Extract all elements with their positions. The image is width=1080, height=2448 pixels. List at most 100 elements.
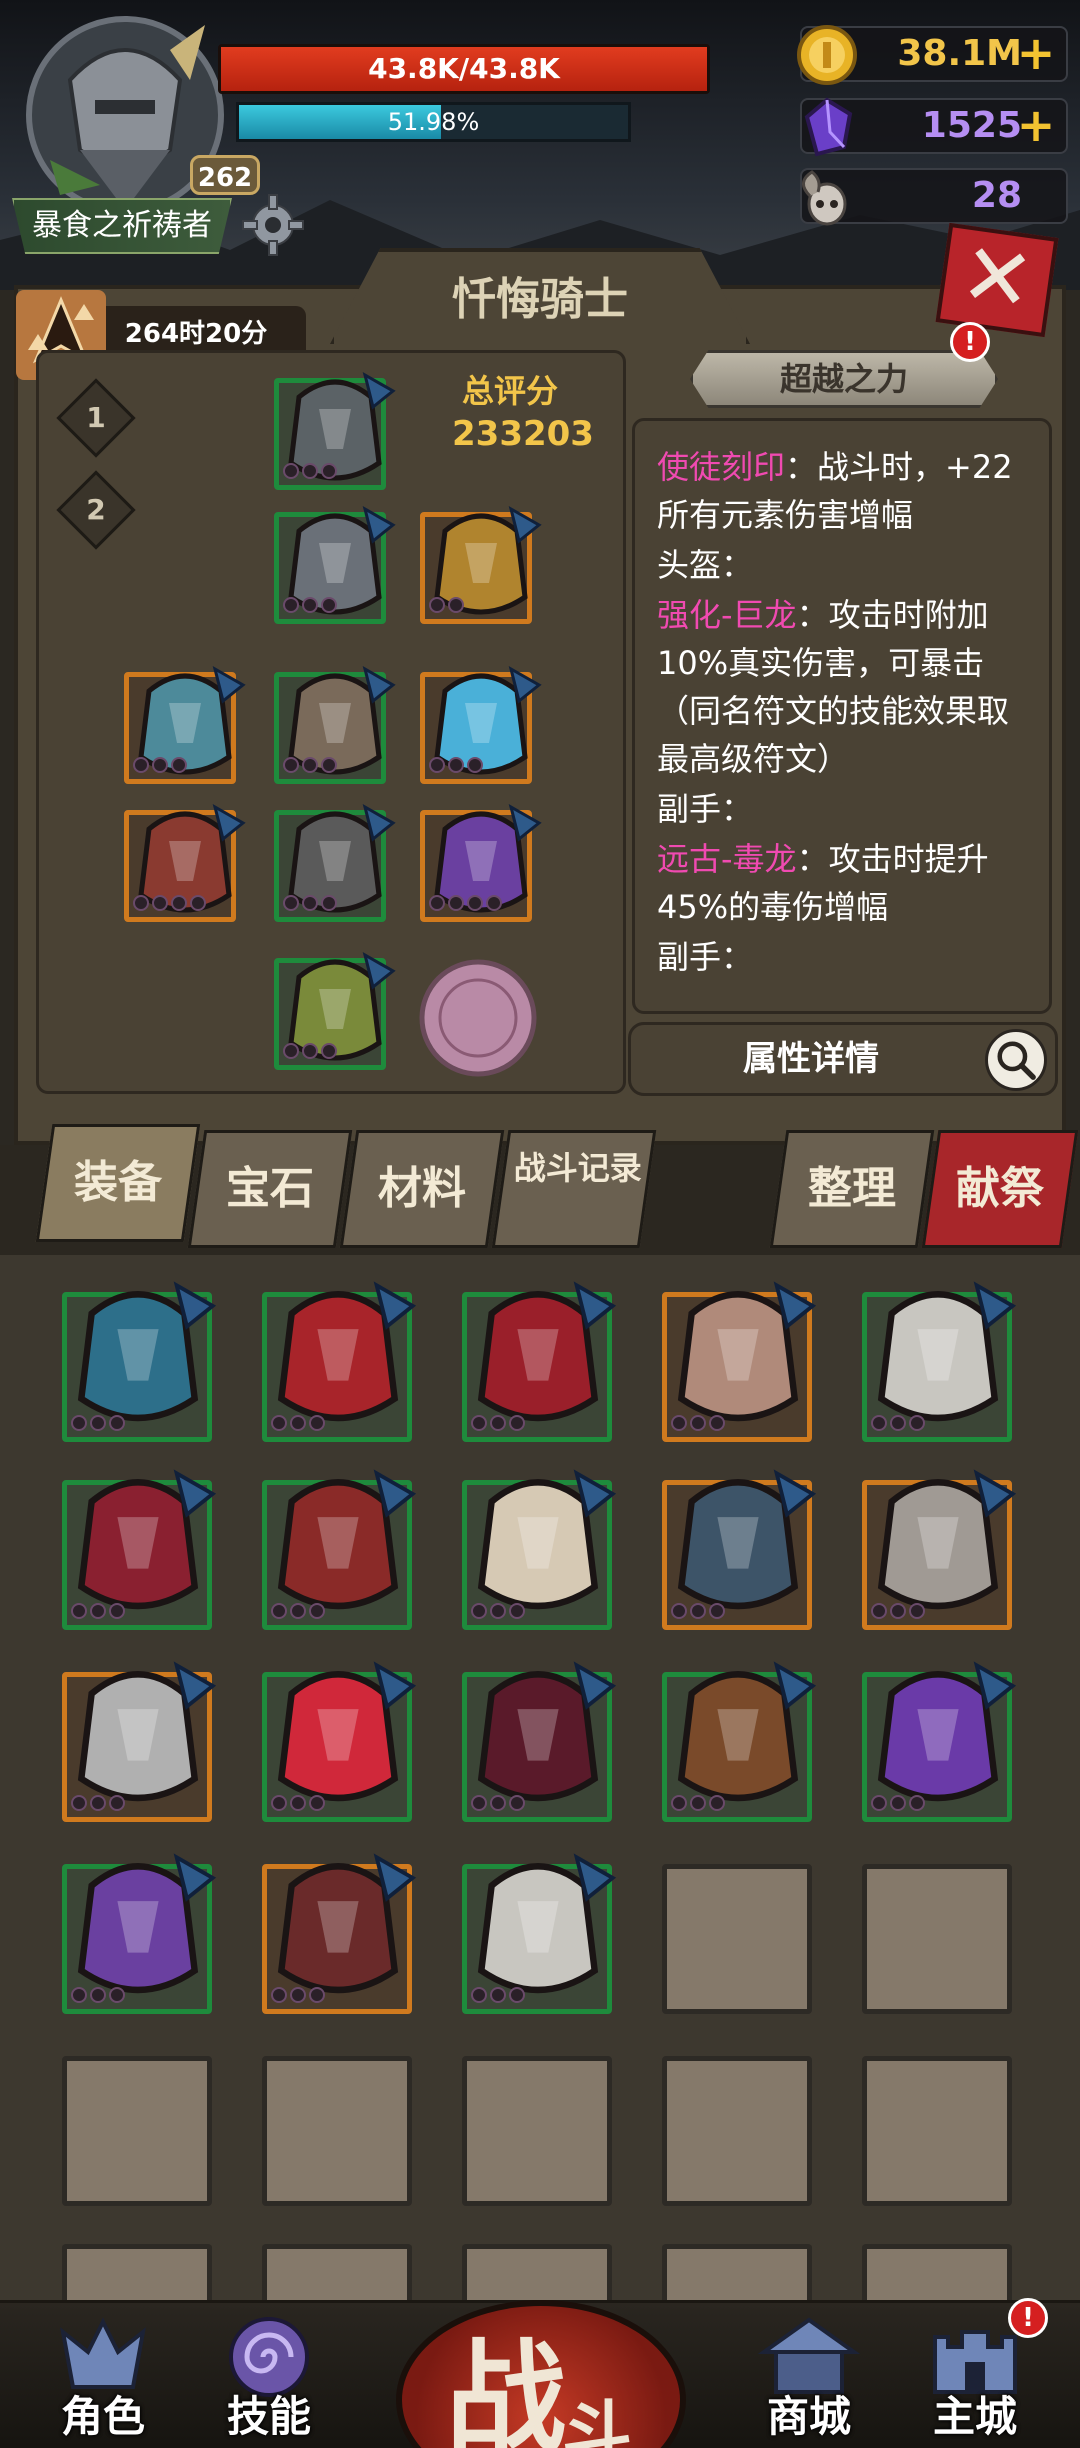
gold-add-button[interactable]: +: [1014, 30, 1058, 76]
main-city-alert-badge: !: [1008, 2298, 1048, 2338]
inventory-slot[interactable]: [662, 2056, 812, 2206]
socket-dots: [133, 895, 206, 913]
score-label: 总评分: [462, 372, 559, 410]
socket-dots: [283, 1043, 337, 1061]
sort-button[interactable]: 整理: [769, 1130, 935, 1248]
inventory-slot[interactable]: [862, 1661, 1017, 1822]
inventory-slot[interactable]: [62, 1853, 217, 2014]
close-button[interactable]: ✕: [935, 222, 1059, 338]
inventory-slot[interactable]: [862, 2056, 1012, 2206]
inventory-slot[interactable]: [262, 1853, 417, 2014]
xp-text: 51.98%: [387, 108, 480, 136]
score-value: 233203: [452, 414, 594, 454]
attribute-details-button[interactable]: 属性详情: [628, 1022, 1058, 1096]
socket-dots: [671, 1415, 725, 1433]
inventory-slot[interactable]: [662, 1661, 817, 1822]
seal-medallion-icon[interactable]: [416, 956, 540, 1080]
transcend-alert-badge: !: [950, 322, 990, 362]
inventory-slot[interactable]: [662, 1864, 812, 2014]
equipped-slot[interactable]: [124, 803, 246, 922]
socket-dots: [471, 1795, 525, 1813]
socket-dots: [429, 895, 502, 913]
equipped-slot[interactable]: [274, 803, 396, 922]
battle-label-1: 战: [446, 2329, 566, 2448]
socket-dots: [283, 597, 337, 615]
inventory-slot[interactable]: [462, 1853, 617, 2014]
gold-value: 38.1M: [897, 33, 1022, 74]
inventory-slot[interactable]: [462, 2056, 612, 2206]
desc-line: 副手：: [657, 790, 754, 828]
inventory-slot[interactable]: [462, 2244, 612, 2304]
inventory-slot[interactable]: [62, 1469, 217, 1630]
desc-line: 远古-毒龙：攻击时提升45%的毒伤增幅: [657, 840, 989, 926]
inventory-slot[interactable]: [262, 1661, 417, 1822]
tab-battle-log[interactable]: 战斗记录: [491, 1130, 657, 1248]
player-title-plate[interactable]: 暴食之祈祷者: [12, 198, 232, 254]
skull-value: 28: [971, 175, 1022, 216]
desc-line: 使徒刻印：战斗时，+22所有元素伤害增幅: [657, 448, 1013, 534]
set-effects-description: 使徒刻印：战斗时，+22所有元素伤害增幅 头盔： 强化-巨龙：攻击时附加10%真…: [632, 418, 1052, 1014]
socket-dots: [471, 1987, 525, 2005]
tab-gems[interactable]: 宝石: [187, 1130, 353, 1248]
tab-equipment[interactable]: 装备: [35, 1124, 201, 1242]
inventory-slot[interactable]: [862, 1281, 1017, 1442]
inventory-slot[interactable]: [662, 1281, 817, 1442]
socket-dots: [283, 895, 337, 913]
socket-dots: [671, 1603, 725, 1621]
player-level-badge: 262: [190, 155, 260, 195]
purple-crystal-icon: [804, 97, 853, 157]
inventory-slot[interactable]: [462, 1661, 617, 1822]
transcend-power-button[interactable]: 超越之力: [690, 350, 998, 408]
socket-dots: [71, 1795, 125, 1813]
attribute-details-label: 属性详情: [743, 1039, 879, 1079]
equipped-slot[interactable]: [274, 665, 396, 784]
equipped-slot[interactable]: [274, 371, 396, 490]
inventory-slot[interactable]: [62, 2056, 212, 2206]
socket-dots: [271, 1603, 325, 1621]
socket-dots: [471, 1603, 525, 1621]
inventory-slot[interactable]: [462, 1281, 617, 1442]
nav-skills[interactable]: 技能: [194, 2312, 344, 2448]
inventory-slot[interactable]: [862, 1864, 1012, 2014]
equipped-slot[interactable]: [420, 665, 542, 784]
equipped-slot[interactable]: [274, 951, 396, 1070]
socket-dots: [271, 1795, 325, 1813]
inventory-slot[interactable]: [262, 1281, 417, 1442]
equipped-slot[interactable]: [420, 505, 542, 624]
inventory-slot[interactable]: [862, 2244, 1012, 2304]
tab-materials[interactable]: 材料: [339, 1130, 505, 1248]
inventory-slot[interactable]: [862, 1469, 1017, 1630]
inventory-slot[interactable]: [262, 1469, 417, 1630]
equipped-slot[interactable]: [274, 505, 396, 624]
socket-dots: [283, 463, 337, 481]
inventory-slot[interactable]: [62, 2244, 212, 2304]
ram-skull-icon: [802, 170, 847, 226]
nav-shop[interactable]: 商城: [734, 2312, 884, 2448]
hp-text: 43.8K/43.8K: [368, 52, 560, 85]
desc-line: 强化-巨龙：攻击时附加10%真实伤害，可暴击（同名符文的技能效果取最高级符文）: [657, 596, 1010, 778]
crystal-add-button[interactable]: +: [1014, 102, 1058, 148]
equipped-slot[interactable]: [420, 803, 542, 922]
socket-dots: [283, 757, 337, 775]
desc-line: 副手：: [657, 938, 754, 976]
inventory-slot[interactable]: [62, 1281, 217, 1442]
socket-dots: [271, 1987, 325, 2005]
settings-gear-icon[interactable]: [240, 192, 306, 258]
socket-dots: [471, 1415, 525, 1433]
socket-dots: [71, 1987, 125, 2005]
inventory-slot[interactable]: [62, 1661, 217, 1822]
nav-character[interactable]: 角色: [28, 2312, 178, 2448]
panel-title: 忏悔骑士: [330, 248, 750, 344]
inventory-slot[interactable]: [462, 1469, 617, 1630]
socket-dots: [71, 1415, 125, 1433]
inventory-slot[interactable]: [662, 1469, 817, 1630]
inventory-slot[interactable]: [662, 2244, 812, 2304]
equipped-slot[interactable]: [124, 665, 246, 784]
socket-dots: [671, 1795, 725, 1813]
desc-line: 头盔：: [657, 546, 754, 584]
inventory-slot[interactable]: [262, 2244, 412, 2304]
crystal-value: 1525: [921, 105, 1022, 146]
socket-dots: [71, 1603, 125, 1621]
inventory-slot[interactable]: [262, 2056, 412, 2206]
sacrifice-button[interactable]: 献祭: [921, 1130, 1079, 1248]
